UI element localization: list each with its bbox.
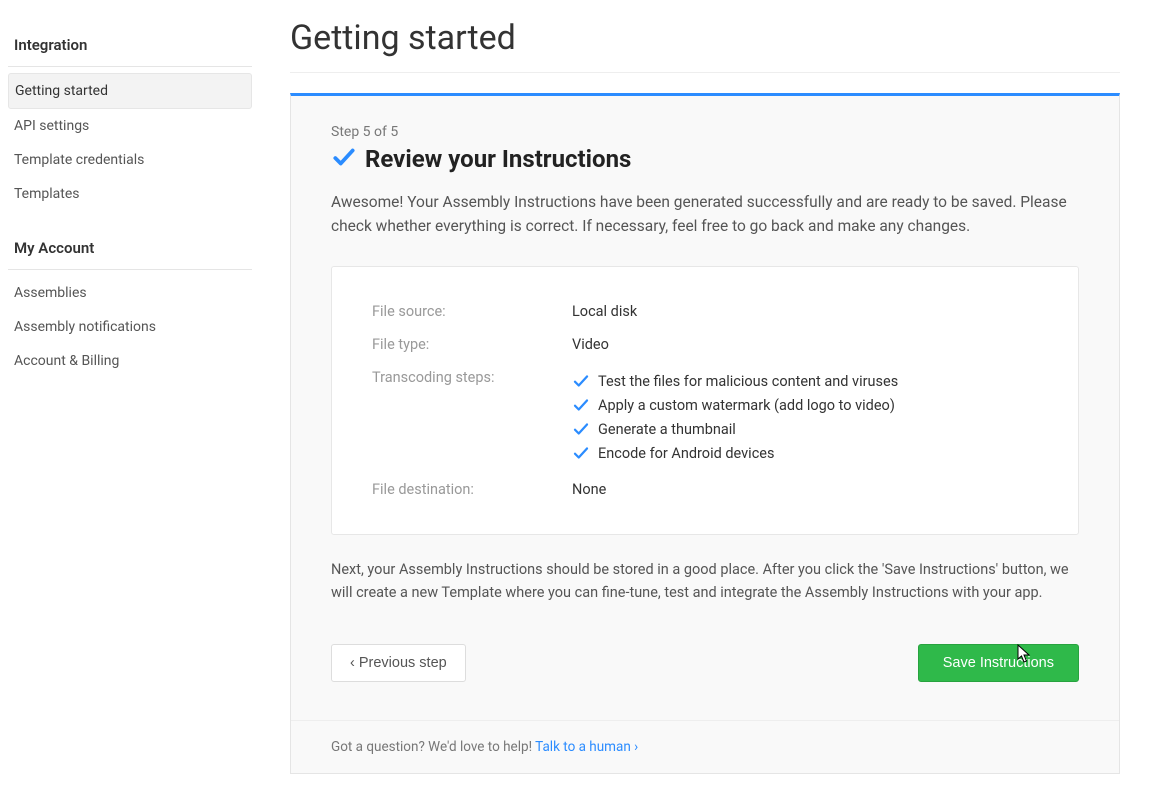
wizard-card: Step 5 of 5 Review your Instructions Awe…	[290, 93, 1120, 774]
help-footer: Got a question? We'd love to help! Talk …	[291, 720, 1119, 773]
sidebar-item-label: API settings	[14, 118, 89, 134]
check-icon	[572, 420, 590, 438]
transcoding-step: Encode for Android devices	[572, 441, 898, 465]
sidebar-item-getting-started[interactable]: Getting started	[8, 73, 252, 109]
sidebar-section-title: Integration	[8, 36, 252, 67]
footer-text: Got a question? We'd love to help!	[331, 739, 535, 755]
step-indicator: Step 5 of 5	[331, 124, 1079, 140]
sidebar-item-label: Templates	[14, 186, 80, 202]
step-header: Review your Instructions	[331, 144, 1079, 174]
talk-to-human-link[interactable]: Talk to a human ›	[535, 739, 638, 755]
sidebar-item-assembly-notifications[interactable]: Assembly notifications	[8, 310, 252, 344]
transcoding-step-label: Generate a thumbnail	[598, 421, 736, 438]
sidebar-item-api-settings[interactable]: API settings	[8, 109, 252, 143]
sidebar-item-label: Account & Billing	[14, 353, 119, 369]
review-row-file-source: File source: Local disk	[372, 295, 1038, 328]
followup-text: Next, your Assembly Instructions should …	[331, 559, 1079, 604]
sidebar-item-label: Assemblies	[14, 285, 87, 301]
transcoding-step: Generate a thumbnail	[572, 417, 898, 441]
sidebar-item-label: Template credentials	[14, 152, 144, 168]
save-instructions-button[interactable]: Save Instructions	[918, 644, 1079, 682]
sidebar-section-title: My Account	[8, 239, 252, 270]
wizard-actions: ‹ Previous step Save Instructions	[331, 644, 1079, 682]
sidebar-section-my-account: My Account Assemblies Assembly notificat…	[8, 239, 252, 378]
sidebar-item-account-billing[interactable]: Account & Billing	[8, 344, 252, 378]
review-label: File type:	[372, 336, 572, 353]
review-value: Local disk	[572, 303, 637, 320]
check-icon	[572, 372, 590, 390]
transcoding-steps: Test the files for malicious content and…	[572, 369, 898, 465]
transcoding-step-label: Encode for Android devices	[598, 445, 774, 462]
review-value: Video	[572, 336, 609, 353]
review-box: File source: Local disk File type: Video…	[331, 266, 1079, 535]
check-icon	[572, 444, 590, 462]
sidebar-item-label: Getting started	[15, 83, 108, 99]
review-row-file-destination: File destination: None	[372, 473, 1038, 506]
intro-text: Awesome! Your Assembly Instructions have…	[331, 190, 1079, 238]
main-content: Getting started Step 5 of 5 Review your …	[260, 0, 1160, 786]
transcoding-step: Apply a custom watermark (add logo to vi…	[572, 393, 898, 417]
transcoding-step-label: Test the files for malicious content and…	[598, 373, 898, 390]
review-label: Transcoding steps:	[372, 369, 572, 386]
previous-step-button[interactable]: ‹ Previous step	[331, 644, 466, 682]
sidebar-item-assemblies[interactable]: Assemblies	[8, 276, 252, 310]
check-icon	[331, 144, 357, 174]
transcoding-step-label: Apply a custom watermark (add logo to vi…	[598, 397, 895, 414]
transcoding-step: Test the files for malicious content and…	[572, 369, 898, 393]
review-row-transcoding: Transcoding steps: Test the files for ma…	[372, 361, 1038, 473]
sidebar-section-integration: Integration Getting started API settings…	[8, 36, 252, 211]
review-label: File destination:	[372, 481, 572, 498]
sidebar-item-label: Assembly notifications	[14, 319, 156, 335]
sidebar-item-template-credentials[interactable]: Template credentials	[8, 143, 252, 177]
check-icon	[572, 396, 590, 414]
review-value: None	[572, 481, 606, 498]
step-title: Review your Instructions	[365, 145, 631, 173]
review-label: File source:	[372, 303, 572, 320]
review-row-file-type: File type: Video	[372, 328, 1038, 361]
sidebar-item-templates[interactable]: Templates	[8, 177, 252, 211]
page-title: Getting started	[290, 0, 1120, 73]
sidebar: Integration Getting started API settings…	[0, 0, 260, 786]
